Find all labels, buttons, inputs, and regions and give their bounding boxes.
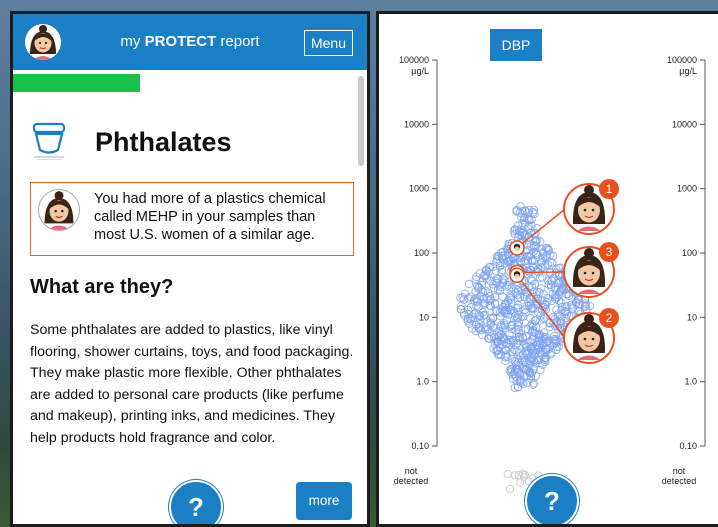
- not-detected-dot: [510, 471, 519, 480]
- woman-avatar-icon: [591, 208, 595, 212]
- right-tick-label: 100: [682, 248, 697, 258]
- result-callout: You had more of a plastics chemical call…: [30, 182, 354, 256]
- body-text: Some phthalates are added to plastics, l…: [30, 322, 354, 446]
- page-heading: Phthalates: [31, 122, 232, 162]
- left-not-detected-label: not: [405, 466, 418, 476]
- woman-avatar-icon: [584, 185, 594, 195]
- not-detected-dot: [516, 478, 525, 487]
- right-not-detected-label: detected: [662, 476, 697, 486]
- woman-avatar-icon: [584, 248, 594, 258]
- avatar: [38, 189, 80, 231]
- woman-avatar-icon: [583, 271, 587, 275]
- top-bar: my PROTECT report Menu: [13, 14, 367, 70]
- right-tick-label: 100000: [667, 55, 697, 65]
- progress-fill: [13, 74, 141, 92]
- right-unit-label: µg/L: [679, 66, 697, 76]
- population-sample-dot: [464, 279, 474, 289]
- help-button[interactable]: ?: [525, 474, 579, 524]
- progress-bar: [13, 74, 367, 92]
- woman-avatar-icon: [584, 314, 594, 324]
- page-title: Phthalates: [95, 126, 232, 157]
- result-text: You had more of a plastics chemical call…: [94, 191, 326, 243]
- more-button[interactable]: more: [296, 482, 352, 520]
- woman-avatar-icon: [583, 208, 587, 212]
- sample-number-label: 1: [606, 182, 613, 196]
- chart-panel: DBP 100000 100000 10000 10000 1000 1000 100 100…: [376, 11, 718, 527]
- left-tick-label: 10000: [404, 119, 429, 129]
- right-tick-label: 0.10: [679, 441, 697, 451]
- left-tick-label: 100000: [399, 55, 429, 65]
- right-tick-label: 10: [687, 312, 697, 322]
- left-tick-label: 1000: [409, 184, 429, 194]
- sample-number-label: 3: [606, 245, 613, 259]
- woman-avatar-icon: [591, 271, 595, 275]
- right-tick-label: 1.0: [684, 377, 697, 387]
- not-detected-dot: [503, 470, 512, 479]
- plastic-container-icon: [32, 122, 66, 160]
- report-panel: my PROTECT report Menu Phthalates You ha…: [10, 11, 370, 527]
- sample-number-label: 2: [606, 311, 613, 325]
- not-detected-dot: [505, 484, 515, 493]
- left-tick-label: 10: [419, 312, 429, 322]
- woman-avatar-icon: [591, 337, 595, 341]
- right-tick-label: 1000: [677, 184, 697, 194]
- section-title: What are they?: [30, 276, 174, 298]
- menu-button[interactable]: Menu: [303, 30, 353, 56]
- left-unit-label: µg/L: [411, 66, 429, 76]
- woman-avatar-icon: [39, 190, 79, 230]
- left-tick-label: 0.10: [411, 441, 429, 451]
- scrollbar[interactable]: [358, 76, 364, 166]
- woman-avatar-icon: [583, 337, 587, 341]
- exposure-chart: 100000 10000010000 100001000 1000100 10010 10…: [394, 55, 706, 493]
- left-tick-label: 100: [414, 248, 429, 258]
- right-tick-label: 10000: [672, 119, 697, 129]
- sample-marker-avatar-icon: [514, 273, 520, 279]
- help-button[interactable]: ?: [169, 480, 223, 524]
- left-tick-label: 1.0: [416, 377, 429, 387]
- sample-marker-avatar-icon: [514, 246, 520, 252]
- left-not-detected-label: detected: [394, 476, 429, 486]
- right-not-detected-label: not: [673, 466, 686, 476]
